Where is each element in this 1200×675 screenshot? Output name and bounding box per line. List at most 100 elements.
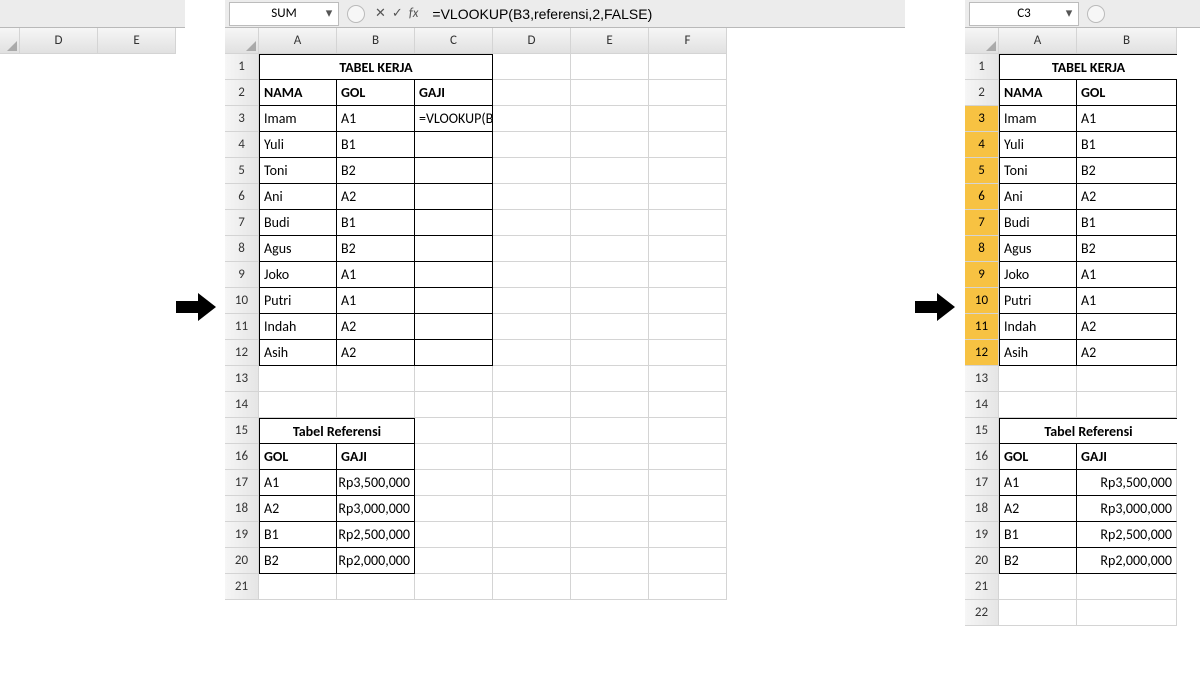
cell[interactable]	[649, 392, 727, 418]
ref-gol[interactable]: B2	[999, 548, 1077, 574]
cell[interactable]	[415, 366, 493, 392]
cell-gol[interactable]: A2	[337, 340, 415, 366]
col-header-f[interactable]: F	[649, 28, 727, 54]
cell[interactable]	[649, 106, 727, 132]
cell-gaji[interactable]	[415, 210, 493, 236]
row-header[interactable]: 15	[965, 418, 999, 444]
cell[interactable]	[1077, 366, 1177, 392]
ref-header-gol[interactable]: GOL	[259, 444, 337, 470]
ref-gol[interactable]: A2	[999, 496, 1077, 522]
cell[interactable]	[493, 132, 571, 158]
cell[interactable]	[571, 522, 649, 548]
ref-gol[interactable]: A2	[259, 496, 337, 522]
row-header-sel[interactable]: 12	[965, 340, 999, 366]
cell[interactable]	[415, 522, 493, 548]
cell[interactable]	[337, 366, 415, 392]
cell[interactable]	[571, 158, 649, 184]
cell-gaji-editing[interactable]: =VLOOKUP(B3,referensi,2,FALSE)	[415, 106, 493, 132]
cell-gaji[interactable]	[415, 314, 493, 340]
cell[interactable]	[649, 574, 727, 600]
table-title[interactable]: TABEL KERJA	[999, 54, 1177, 80]
cell[interactable]	[571, 106, 649, 132]
ref-gaji[interactable]: Rp3,000,000	[337, 496, 415, 522]
cell[interactable]	[571, 392, 649, 418]
ref-header-gaji[interactable]: GAJI	[1077, 444, 1177, 470]
cell-gol[interactable]: A2	[1077, 340, 1177, 366]
cell[interactable]	[571, 236, 649, 262]
row-header[interactable]: 18	[225, 496, 259, 522]
cell[interactable]	[415, 444, 493, 470]
row-header-sel[interactable]: 5	[965, 158, 999, 184]
row-header[interactable]: 19	[965, 522, 999, 548]
row-header[interactable]: 14	[965, 392, 999, 418]
ref-gaji[interactable]: Rp2,500,000	[337, 522, 415, 548]
row-header[interactable]: 6	[225, 184, 259, 210]
row-header[interactable]: 10	[225, 288, 259, 314]
col-header-d[interactable]: D	[20, 28, 98, 54]
cell-gol[interactable]: A1	[337, 106, 415, 132]
ref-gaji[interactable]: Rp2,000,000	[337, 548, 415, 574]
cell[interactable]	[337, 392, 415, 418]
confirm-formula-icon[interactable]: ✓	[392, 6, 403, 21]
cell[interactable]	[571, 288, 649, 314]
corner-cell[interactable]	[0, 28, 20, 54]
col-header-b[interactable]: B	[1077, 28, 1177, 54]
col-header-a[interactable]: A	[999, 28, 1077, 54]
row-header-sel[interactable]: 8	[965, 236, 999, 262]
row-header[interactable]: 2	[965, 80, 999, 106]
select-all-corner[interactable]	[225, 28, 259, 54]
row-header[interactable]: 9	[225, 262, 259, 288]
name-box-dropdown-icon[interactable]: ▾	[1062, 7, 1076, 21]
grid-left[interactable]: D E	[0, 28, 185, 54]
cell-gaji[interactable]	[415, 158, 493, 184]
cell[interactable]	[493, 158, 571, 184]
cell-nama[interactable]: Putri	[259, 288, 337, 314]
row-header[interactable]: 17	[965, 470, 999, 496]
cell-gol[interactable]: B2	[337, 158, 415, 184]
cell[interactable]	[493, 444, 571, 470]
ref-gaji[interactable]: Rp3,500,000	[1077, 470, 1177, 496]
cell-gol[interactable]: B1	[1077, 132, 1177, 158]
col-header-a[interactable]: A	[259, 28, 337, 54]
row-header[interactable]: 21	[965, 574, 999, 600]
row-header[interactable]: 16	[225, 444, 259, 470]
cell-gol[interactable]: A1	[1077, 288, 1177, 314]
cell[interactable]	[571, 210, 649, 236]
row-header-sel[interactable]: 10	[965, 288, 999, 314]
cell-gol[interactable]: B1	[1077, 210, 1177, 236]
cell-gaji[interactable]	[415, 184, 493, 210]
header-gol[interactable]: GOL	[1077, 80, 1177, 106]
row-header-sel[interactable]: 6	[965, 184, 999, 210]
cancel-formula-icon[interactable]: ✕	[375, 6, 386, 21]
row-header-sel[interactable]: 4	[965, 132, 999, 158]
row-header[interactable]: 3	[225, 106, 259, 132]
cell-gaji[interactable]	[415, 262, 493, 288]
cell[interactable]	[649, 366, 727, 392]
grid-center[interactable]: A B C D E F 1 TABEL KERJA 2 NAMA GOL GAJ…	[225, 28, 905, 600]
cell[interactable]	[571, 262, 649, 288]
cell[interactable]	[493, 366, 571, 392]
ref-gol[interactable]: B1	[999, 522, 1077, 548]
cell[interactable]	[571, 132, 649, 158]
cell[interactable]	[415, 574, 493, 600]
cell[interactable]	[649, 444, 727, 470]
cell[interactable]	[649, 418, 727, 444]
ref-gaji[interactable]: Rp3,500,000	[337, 470, 415, 496]
cell-gol[interactable]: A1	[1077, 262, 1177, 288]
cell[interactable]	[649, 236, 727, 262]
row-header[interactable]: 22	[965, 600, 999, 626]
cell-gol[interactable]: A1	[1077, 106, 1177, 132]
cell[interactable]	[649, 158, 727, 184]
ref-title[interactable]: Tabel Referensi	[999, 418, 1177, 444]
cell[interactable]	[259, 574, 337, 600]
cell-nama[interactable]: Budi	[999, 210, 1077, 236]
cell[interactable]	[649, 132, 727, 158]
row-header[interactable]: 19	[225, 522, 259, 548]
ref-gaji[interactable]: Rp2,000,000	[1077, 548, 1177, 574]
row-header[interactable]: 20	[225, 548, 259, 574]
cell[interactable]	[571, 418, 649, 444]
ref-header-gol[interactable]: GOL	[999, 444, 1077, 470]
cell[interactable]	[649, 314, 727, 340]
cell[interactable]	[571, 470, 649, 496]
cell[interactable]	[493, 418, 571, 444]
